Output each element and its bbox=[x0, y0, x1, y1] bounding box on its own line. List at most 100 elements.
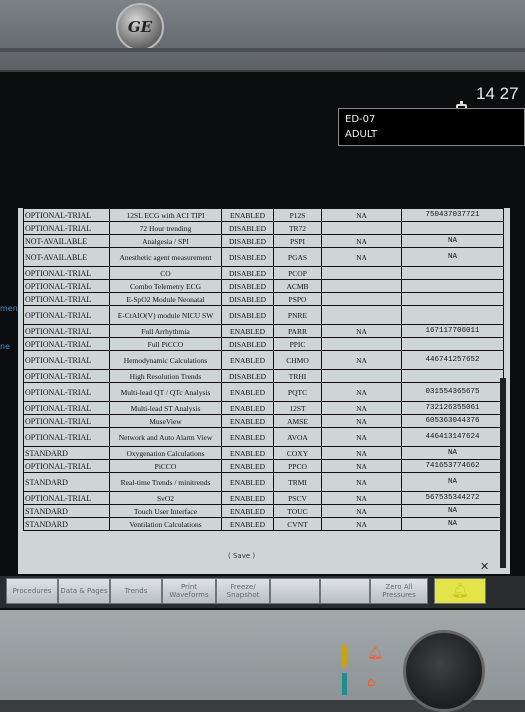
cell-license: NA bbox=[321, 459, 402, 473]
cell-state: DISABLED bbox=[221, 369, 274, 383]
cell-license bbox=[321, 279, 402, 293]
cell-serial bbox=[401, 266, 504, 280]
cell-status: OPTIONAL-TRIAL bbox=[23, 305, 110, 325]
table-row: OPTIONAL-TRIAL SvO2 ENABLED PSCV NA 567535344… bbox=[23, 491, 504, 505]
cell-state: DISABLED bbox=[221, 247, 274, 267]
print-waveforms-button[interactable]: Print Waveforms bbox=[162, 578, 216, 604]
cell-state: ENABLED bbox=[221, 472, 274, 492]
cell-serial bbox=[401, 279, 504, 293]
cell-state: ENABLED bbox=[221, 446, 274, 460]
software-options-table: OPTIONAL-TRIAL 12SL ECG with ACI TIPI ENAB… bbox=[23, 208, 504, 531]
cell-code: TRMI bbox=[273, 472, 322, 492]
blank-button-1[interactable] bbox=[270, 578, 320, 604]
table-row: OPTIONAL-TRIAL Multi-lead QT / QTc Analys… bbox=[23, 382, 504, 402]
patient-info-box[interactable]: ED-07 ADULT bbox=[338, 108, 525, 146]
cell-license bbox=[321, 369, 402, 383]
cell-option: E-CtAIO(V) module NICU SW bbox=[109, 305, 222, 325]
cell-state: DISABLED bbox=[221, 234, 274, 248]
cell-code: PSPO bbox=[273, 292, 322, 306]
cell-status: OPTIONAL-TRIAL bbox=[23, 414, 110, 428]
cell-state: DISABLED bbox=[221, 292, 274, 306]
table-row: STANDARD Oxygenation Calculations ENABLED C… bbox=[23, 446, 504, 460]
cell-status: NOT-AVAILABLE bbox=[23, 247, 110, 267]
save-button[interactable]: ( Save ) bbox=[225, 552, 259, 560]
alarm-silence-key-icon[interactable]: 🔔︎ bbox=[367, 646, 384, 661]
cell-serial bbox=[401, 221, 504, 235]
table-row: NOT-AVAILABLE Anesthetic agent measuremen… bbox=[23, 247, 504, 267]
cell-code: PPCO bbox=[273, 459, 322, 473]
cell-serial: NA bbox=[401, 517, 504, 531]
cell-code: PARR bbox=[273, 324, 322, 338]
cell-status: OPTIONAL-TRIAL bbox=[23, 292, 110, 306]
table-row: OPTIONAL-TRIAL Full PiCCO DISABLED PPIC bbox=[23, 337, 504, 351]
cell-license: NA bbox=[321, 491, 402, 505]
cell-serial: NA bbox=[401, 247, 504, 267]
patient-type-label: ADULT bbox=[345, 129, 378, 140]
table-row: STANDARD Ventilation Calculations ENABLED C… bbox=[23, 517, 504, 531]
cell-status: OPTIONAL-TRIAL bbox=[23, 279, 110, 293]
cell-option: Full Arrhythmia bbox=[109, 324, 222, 338]
cell-option: Network and Auto Alarm View bbox=[109, 427, 222, 447]
cell-option: Anesthetic agent measurement bbox=[109, 247, 222, 267]
cell-status: OPTIONAL-TRIAL bbox=[23, 427, 110, 447]
table-row: OPTIONAL-TRIAL E-CtAIO(V) module NICU SW D… bbox=[23, 305, 504, 325]
cell-option: Combo Telemetry ECG bbox=[109, 279, 222, 293]
cell-license bbox=[321, 221, 402, 235]
freeze-snapshot-button[interactable]: Freeze/ Snapshot bbox=[216, 578, 270, 604]
cell-status: OPTIONAL-TRIAL bbox=[23, 208, 110, 222]
cell-code: AMSE bbox=[273, 414, 322, 428]
cell-option: CO bbox=[109, 266, 222, 280]
cell-license: NA bbox=[321, 382, 402, 402]
cell-status: STANDARD bbox=[23, 472, 110, 492]
cell-state: ENABLED bbox=[221, 324, 274, 338]
cell-code: P12S bbox=[273, 208, 322, 222]
table-row: OPTIONAL-TRIAL Network and Auto Alarm Vie… bbox=[23, 427, 504, 447]
cell-code: CHMO bbox=[273, 350, 322, 370]
cell-state: DISABLED bbox=[221, 337, 274, 351]
cell-status: NOT-AVAILABLE bbox=[23, 234, 110, 248]
cell-status: OPTIONAL-TRIAL bbox=[23, 266, 110, 280]
alarm-bell-icon[interactable]: 🔔︎ bbox=[434, 578, 486, 604]
table-row: OPTIONAL-TRIAL Combo Telemetry ECG DISABLE… bbox=[23, 279, 504, 293]
blank-button-2[interactable] bbox=[320, 578, 370, 604]
procedures-button[interactable]: Procedures bbox=[6, 578, 58, 604]
cell-serial bbox=[401, 305, 504, 325]
cell-state: ENABLED bbox=[221, 491, 274, 505]
cell-status: OPTIONAL-TRIAL bbox=[23, 350, 110, 370]
bed-label: ED-07 bbox=[345, 114, 376, 125]
table-row: OPTIONAL-TRIAL High Resolution Trends DISA… bbox=[23, 369, 504, 383]
cell-status: OPTIONAL-TRIAL bbox=[23, 221, 110, 235]
cell-state: ENABLED bbox=[221, 350, 274, 370]
home-key-icon[interactable]: ⌂ bbox=[367, 675, 375, 690]
cell-license: NA bbox=[321, 350, 402, 370]
cell-status: OPTIONAL-TRIAL bbox=[23, 324, 110, 338]
zero-all-pressures-button[interactable]: Zero All Pressures bbox=[370, 578, 428, 604]
cell-serial: 031554365675 bbox=[401, 382, 504, 402]
table-row: STANDARD Touch User Interface ENABLED TOUC N… bbox=[23, 504, 504, 518]
cell-state: ENABLED bbox=[221, 459, 274, 473]
cell-option: Analgesia / SPI bbox=[109, 234, 222, 248]
cell-serial: NA bbox=[401, 472, 504, 492]
cell-state: ENABLED bbox=[221, 401, 274, 415]
cell-code: TRHI bbox=[273, 369, 322, 383]
close-icon[interactable]: ✕ bbox=[480, 560, 489, 573]
cell-serial: NA bbox=[401, 446, 504, 460]
cell-state: ENABLED bbox=[221, 504, 274, 518]
cell-license: NA bbox=[321, 427, 402, 447]
cell-option: Real-time Trends / minitrends bbox=[109, 472, 222, 492]
trends-button[interactable]: Trends bbox=[110, 578, 162, 604]
cell-option: E-SpO2 Module Neonatal bbox=[109, 292, 222, 306]
cell-serial: NA bbox=[401, 504, 504, 518]
table-row: OPTIONAL-TRIAL MuseView ENABLED AMSE NA 60536… bbox=[23, 414, 504, 428]
cell-status: OPTIONAL-TRIAL bbox=[23, 491, 110, 505]
table-scrollbar[interactable] bbox=[500, 378, 506, 568]
cell-option: Full PiCCO bbox=[109, 337, 222, 351]
cell-serial: 605363044376 bbox=[401, 414, 504, 428]
data-pages-button[interactable]: Data & Pages bbox=[58, 578, 110, 604]
cell-option: 12SL ECG with ACI TIPI bbox=[109, 208, 222, 222]
home-indicator-strip bbox=[342, 673, 347, 695]
cell-license: NA bbox=[321, 324, 402, 338]
cell-code: PSPI bbox=[273, 234, 322, 248]
table-row: OPTIONAL-TRIAL 12SL ECG with ACI TIPI ENAB… bbox=[23, 208, 504, 222]
cell-license: NA bbox=[321, 234, 402, 248]
